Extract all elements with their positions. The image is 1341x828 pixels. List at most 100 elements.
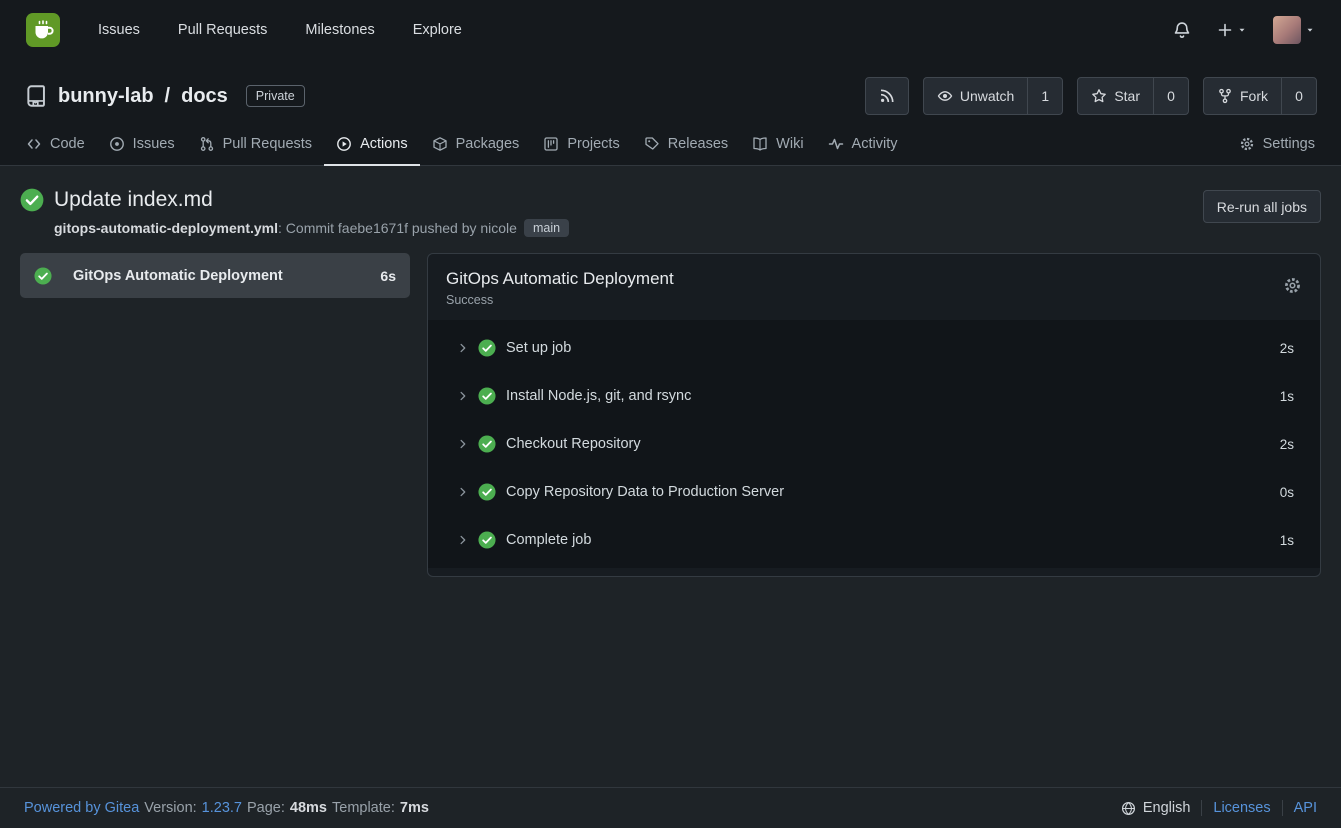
step-row-copy-repository-data[interactable]: Copy Repository Data to Production Serve… bbox=[428, 468, 1320, 516]
step-success-check-icon bbox=[478, 435, 496, 453]
step-duration: 0s bbox=[1280, 485, 1294, 500]
step-name: Set up job bbox=[506, 340, 1280, 356]
tab-settings[interactable]: Settings bbox=[1227, 125, 1327, 166]
panel-titles: GitOps Automatic Deployment Success bbox=[446, 269, 674, 307]
step-success-check-icon bbox=[478, 483, 496, 501]
repo-owner-link[interactable]: bunny-lab bbox=[58, 85, 154, 108]
star-icon bbox=[1091, 88, 1107, 104]
actions-play-icon bbox=[336, 136, 352, 152]
notifications-button[interactable] bbox=[1173, 21, 1191, 39]
step-row-install-node[interactable]: Install Node.js, git, and rsync 1s bbox=[428, 372, 1320, 420]
repo-icon bbox=[24, 84, 48, 108]
user-menu-button[interactable] bbox=[1273, 16, 1315, 44]
step-success-check-icon bbox=[478, 387, 496, 405]
nav-item-explore[interactable]: Explore bbox=[413, 22, 462, 38]
nav-item-milestones[interactable]: Milestones bbox=[305, 22, 374, 38]
repo-separator: / bbox=[165, 85, 171, 108]
gitea-logo[interactable] bbox=[26, 13, 60, 47]
star-label: Star bbox=[1114, 88, 1140, 104]
chevron-right-icon bbox=[457, 534, 469, 546]
run-title: Update index.md bbox=[54, 188, 213, 212]
job-panel-header: GitOps Automatic Deployment Success bbox=[428, 254, 1320, 320]
tab-projects[interactable]: Projects bbox=[531, 125, 631, 166]
licenses-item: Licenses bbox=[1201, 800, 1281, 816]
caret-down-icon bbox=[1305, 25, 1315, 35]
tab-actions[interactable]: Actions bbox=[324, 125, 420, 166]
run-title-row: Update index.md bbox=[20, 188, 569, 212]
private-badge: Private bbox=[246, 85, 305, 107]
job-name: GitOps Automatic Deployment bbox=[73, 268, 369, 284]
run-subtitle: gitops-automatic-deployment.yml: Commit … bbox=[54, 219, 569, 237]
chevron-right-icon bbox=[457, 342, 469, 354]
tab-packages[interactable]: Packages bbox=[420, 125, 532, 166]
chevron-right-icon bbox=[457, 390, 469, 402]
eye-icon bbox=[937, 88, 953, 104]
book-icon bbox=[752, 136, 768, 152]
star-count-button[interactable]: 0 bbox=[1153, 77, 1189, 115]
project-board-icon bbox=[543, 136, 559, 152]
pulse-icon bbox=[828, 136, 844, 152]
watch-button-group: Unwatch 1 bbox=[923, 77, 1063, 115]
tab-issues[interactable]: Issues bbox=[97, 125, 187, 166]
step-row-complete-job[interactable]: Complete job 1s bbox=[428, 516, 1320, 564]
tab-pull-requests[interactable]: Pull Requests bbox=[187, 125, 324, 166]
fork-label: Fork bbox=[1240, 88, 1268, 104]
tab-wiki[interactable]: Wiki bbox=[740, 125, 815, 166]
page-time-label: Page: bbox=[247, 800, 285, 816]
tab-code[interactable]: Code bbox=[14, 125, 97, 166]
powered-by-gitea-link[interactable]: Powered by Gitea bbox=[24, 800, 139, 816]
settings-icon bbox=[1239, 136, 1255, 152]
job-options-gear-icon[interactable] bbox=[1283, 269, 1302, 295]
chevron-right-icon bbox=[457, 438, 469, 450]
step-row-checkout-repository[interactable]: Checkout Repository 2s bbox=[428, 420, 1320, 468]
branch-badge[interactable]: main bbox=[524, 219, 569, 237]
tabs-spacer bbox=[909, 125, 1226, 165]
user-avatar bbox=[1273, 16, 1301, 44]
actions-run-page: Update index.md gitops-automatic-deploym… bbox=[0, 166, 1341, 787]
fork-button-group: Fork 0 bbox=[1203, 77, 1317, 115]
issue-icon bbox=[109, 136, 125, 152]
package-icon bbox=[432, 136, 448, 152]
fork-count-button[interactable]: 0 bbox=[1281, 77, 1317, 115]
step-row-set-up-job[interactable]: Set up job 2s bbox=[428, 324, 1320, 372]
run-header: Update index.md gitops-automatic-deploym… bbox=[0, 166, 1341, 253]
create-new-button[interactable] bbox=[1217, 22, 1247, 38]
watch-count-button[interactable]: 1 bbox=[1027, 77, 1063, 115]
repo-actions: Unwatch 1 Star 0 Fork bbox=[865, 77, 1317, 115]
tag-icon bbox=[644, 136, 660, 152]
pull-request-icon bbox=[199, 136, 215, 152]
job-duration: 6s bbox=[380, 268, 396, 284]
commit-info-text: : Commit faebe1671f pushed by nicole bbox=[278, 220, 517, 236]
language-selector[interactable]: English bbox=[1110, 800, 1202, 816]
job-list-item[interactable]: GitOps Automatic Deployment 6s bbox=[20, 253, 410, 298]
repo-tabs: Code Issues Pull Requests Actions Packag… bbox=[0, 125, 1341, 166]
rerun-all-jobs-button[interactable]: Re-run all jobs bbox=[1203, 190, 1321, 223]
page-time-value: 48ms bbox=[290, 800, 327, 816]
tab-activity[interactable]: Activity bbox=[816, 125, 910, 166]
job-steps-panel: GitOps Automatic Deployment Success Set … bbox=[427, 253, 1321, 577]
nav-item-pull-requests[interactable]: Pull Requests bbox=[178, 22, 267, 38]
step-duration: 2s bbox=[1280, 437, 1294, 452]
code-icon bbox=[26, 136, 42, 152]
top-navbar: Issues Pull Requests Milestones Explore bbox=[0, 0, 1341, 60]
version-link[interactable]: 1.23.7 bbox=[202, 800, 242, 816]
repo-name-link[interactable]: docs bbox=[181, 85, 228, 108]
unwatch-button[interactable]: Unwatch bbox=[923, 77, 1028, 115]
step-name: Install Node.js, git, and rsync bbox=[506, 388, 1280, 404]
nav-item-issues[interactable]: Issues bbox=[98, 22, 140, 38]
rss-icon bbox=[879, 88, 895, 104]
rss-button[interactable] bbox=[865, 77, 909, 115]
api-link[interactable]: API bbox=[1294, 800, 1317, 816]
api-item: API bbox=[1282, 800, 1317, 816]
fork-button[interactable]: Fork bbox=[1203, 77, 1282, 115]
star-button[interactable]: Star bbox=[1077, 77, 1154, 115]
page-footer: Powered by Gitea Version: 1.23.7 Page: 4… bbox=[0, 787, 1341, 828]
step-name: Complete job bbox=[506, 532, 1280, 548]
licenses-link[interactable]: Licenses bbox=[1213, 800, 1270, 816]
step-success-check-icon bbox=[478, 339, 496, 357]
version-label: Version: bbox=[144, 800, 196, 816]
tab-releases[interactable]: Releases bbox=[632, 125, 740, 166]
step-duration: 2s bbox=[1280, 341, 1294, 356]
unwatch-label: Unwatch bbox=[960, 88, 1014, 104]
template-time-label: Template: bbox=[332, 800, 395, 816]
